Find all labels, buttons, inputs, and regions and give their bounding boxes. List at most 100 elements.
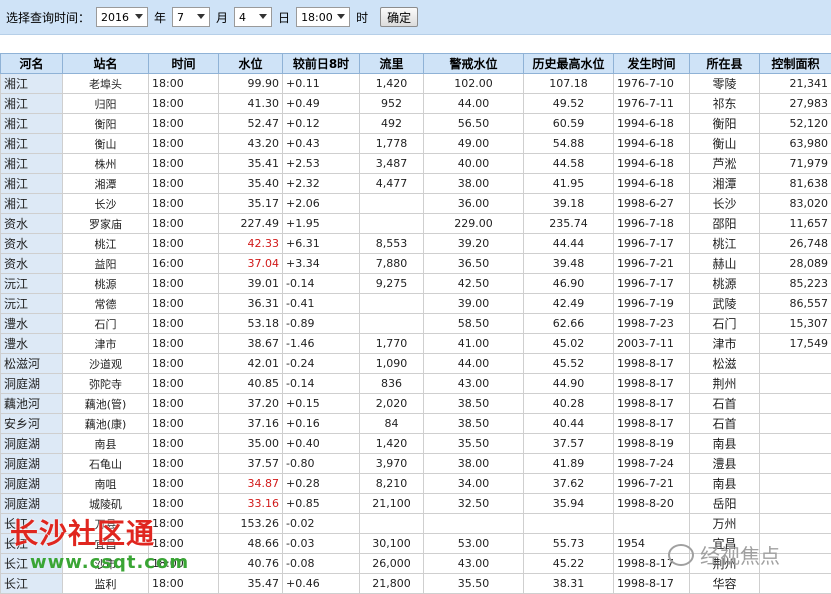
cell-river: 松滋河	[1, 354, 63, 374]
time-unit: 时	[356, 9, 368, 26]
cell-water-level: 37.57	[219, 454, 283, 474]
cell-warning-level: 49.00	[424, 134, 524, 154]
cell-river: 湘江	[1, 194, 63, 214]
cell-water-level: 39.01	[219, 274, 283, 294]
cell-county: 赫山	[690, 254, 760, 274]
cell-change: +3.34	[283, 254, 360, 274]
cell-flow: 836	[360, 374, 424, 394]
cell-warning-level: 39.20	[424, 234, 524, 254]
cell-flow: 30,100	[360, 534, 424, 554]
cell-control-area: 86,557	[760, 294, 831, 314]
header-occurrence-date: 发生时间	[614, 54, 690, 74]
year-unit: 年	[154, 9, 166, 26]
cell-control-area	[760, 394, 831, 414]
cell-warning-level: 38.00	[424, 454, 524, 474]
cell-water-level: 227.49	[219, 214, 283, 234]
year-select[interactable]: 2016	[96, 7, 148, 27]
cell-county: 桃江	[690, 234, 760, 254]
cell-county: 石首	[690, 414, 760, 434]
month-select[interactable]: 7	[172, 7, 210, 27]
cell-station: 石龟山	[63, 454, 149, 474]
header-station: 站名	[63, 54, 149, 74]
cell-control-area	[760, 454, 831, 474]
table-row: 澧水津市18:0038.67-1.461,77041.0045.022003-7…	[1, 334, 831, 354]
query-label: 选择查询时间：	[6, 9, 90, 26]
cell-historical-max: 45.52	[524, 354, 614, 374]
cell-control-area	[760, 354, 831, 374]
cell-river: 安乡河	[1, 414, 63, 434]
cell-station: 藕池(管)	[63, 394, 149, 414]
cell-historical-max: 54.88	[524, 134, 614, 154]
cell-county: 万州	[690, 514, 760, 534]
cell-change: -0.14	[283, 274, 360, 294]
cell-water-level: 99.90	[219, 74, 283, 94]
cell-flow: 26,000	[360, 554, 424, 574]
cell-warning-level: 56.50	[424, 114, 524, 134]
cell-flow: 4,477	[360, 174, 424, 194]
cell-water-level: 38.67	[219, 334, 283, 354]
table-row: 藕池河藕池(管)18:0037.20+0.152,02038.5040.2819…	[1, 394, 831, 414]
cell-flow: 21,100	[360, 494, 424, 514]
confirm-button[interactable]: 确定	[380, 7, 418, 27]
table-row: 湘江衡山18:0043.20+0.431,77849.0054.881994-6…	[1, 134, 831, 154]
cell-change: +2.32	[283, 174, 360, 194]
cell-historical-max: 40.44	[524, 414, 614, 434]
cell-warning-level	[424, 514, 524, 534]
cell-historical-max: 37.57	[524, 434, 614, 454]
cell-control-area: 83,020	[760, 194, 831, 214]
cell-flow: 1,770	[360, 334, 424, 354]
day-select[interactable]: 4	[234, 7, 272, 27]
cell-control-area: 85,223	[760, 274, 831, 294]
cell-station: 湘潭	[63, 174, 149, 194]
table-row: 湘江湘潭18:0035.40+2.324,47738.0041.951994-6…	[1, 174, 831, 194]
cell-warning-level: 43.00	[424, 374, 524, 394]
cell-change: -0.80	[283, 454, 360, 474]
cell-station: 株州	[63, 154, 149, 174]
table-row: 洞庭湖南咀18:0034.87+0.288,21034.0037.621996-…	[1, 474, 831, 494]
cell-time: 18:00	[149, 514, 219, 534]
table-row: 资水桃江18:0042.33+6.318,55339.2044.441996-7…	[1, 234, 831, 254]
cell-county: 邵阳	[690, 214, 760, 234]
cell-county: 松滋	[690, 354, 760, 374]
cell-county: 衡阳	[690, 114, 760, 134]
cell-control-area	[760, 494, 831, 514]
cell-county: 衡山	[690, 134, 760, 154]
cell-time: 18:00	[149, 294, 219, 314]
cell-water-level: 42.01	[219, 354, 283, 374]
cell-river: 湘江	[1, 174, 63, 194]
cell-flow	[360, 214, 424, 234]
cell-river: 洞庭湖	[1, 474, 63, 494]
cell-occurrence-date: 1998-7-23	[614, 314, 690, 334]
cell-time: 18:00	[149, 334, 219, 354]
cell-time: 18:00	[149, 94, 219, 114]
cell-historical-max: 235.74	[524, 214, 614, 234]
cell-historical-max: 42.49	[524, 294, 614, 314]
cell-station: 城陵矶	[63, 494, 149, 514]
cell-historical-max: 44.58	[524, 154, 614, 174]
cell-warning-level: 35.50	[424, 434, 524, 454]
table-row: 澧水石门18:0053.18-0.8958.5062.661998-7-23石门…	[1, 314, 831, 334]
cell-control-area: 52,120	[760, 114, 831, 134]
cell-time: 18:00	[149, 194, 219, 214]
cell-change: +0.15	[283, 394, 360, 414]
cell-warning-level: 43.00	[424, 554, 524, 574]
cell-change: -0.02	[283, 514, 360, 534]
cell-water-level: 53.18	[219, 314, 283, 334]
cell-station: 归阳	[63, 94, 149, 114]
cell-time: 18:00	[149, 454, 219, 474]
cell-occurrence-date: 1998-8-17	[614, 394, 690, 414]
header-flow: 流里	[360, 54, 424, 74]
cell-time: 18:00	[149, 354, 219, 374]
cell-station: 弥陀寺	[63, 374, 149, 394]
time-select[interactable]: 18:00	[296, 7, 350, 27]
cell-county: 石首	[690, 394, 760, 414]
cell-county: 零陵	[690, 74, 760, 94]
cell-county: 长沙	[690, 194, 760, 214]
cell-river: 洞庭湖	[1, 434, 63, 454]
cell-station: 藕池(康)	[63, 414, 149, 434]
cell-water-level: 48.66	[219, 534, 283, 554]
cell-station: 衡山	[63, 134, 149, 154]
cell-water-level: 37.16	[219, 414, 283, 434]
cell-change: +1.95	[283, 214, 360, 234]
cell-change: +0.28	[283, 474, 360, 494]
